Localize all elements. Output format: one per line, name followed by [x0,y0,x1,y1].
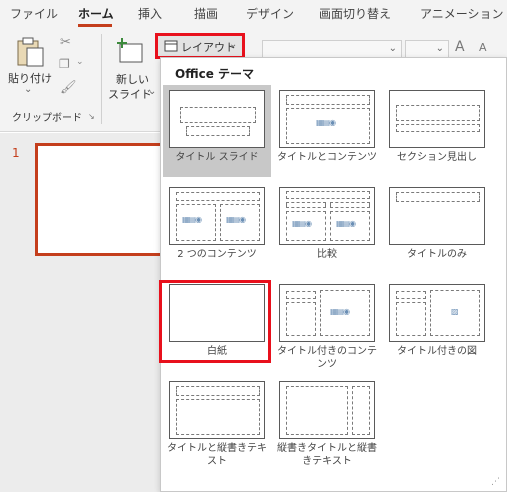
group-separator [101,34,102,124]
layout-title-and-content[interactable]: ▦▤◉ タイトルとコンテンツ [273,85,381,177]
new-slide-button[interactable]: 新しい スライド ⌄ [104,34,156,106]
content-icons: ▦▤◉ [316,118,336,127]
new-slide-icon [117,38,143,63]
tab-file[interactable]: ファイル [10,5,58,22]
chevron-down-icon: ⌄ [148,86,157,97]
content-icons: ▦▤◉ [226,215,246,224]
text-placeholder [396,124,480,132]
tab-draw[interactable]: 描画 [194,5,218,22]
font-grow-button[interactable]: A [455,39,465,55]
subtitle-placeholder [186,126,250,136]
layout-name: タイトルとコンテンツ [277,152,377,163]
layout-picture-with-caption[interactable]: ▨ タイトル付きの図 [383,279,491,371]
chevron-down-icon: ⌄ [388,43,397,54]
copy-icon[interactable]: ❐ [59,57,70,71]
paste-button[interactable]: 貼り付け ⌄ [6,34,52,95]
title-placeholder [286,291,316,299]
dialog-launcher-icon[interactable]: ↘ [88,112,95,121]
content-icons: ▦▤◉ [182,215,202,224]
picture-icon: ▨ [451,307,459,316]
layout-vertical-title-and-text[interactable]: 縦書きタイトルと縦書きテキスト [273,376,381,468]
title-placeholder [396,192,480,202]
active-tab-indicator [78,24,112,27]
vertical-text-placeholder [176,399,260,435]
font-size-box[interactable]: ⌄ [405,40,449,58]
vertical-title-placeholder [352,386,370,435]
content-icons: ▦▤◉ [336,219,356,228]
tab-transitions[interactable]: 画面切り替え [319,5,391,22]
layout-comparison[interactable]: ▦▤◉ ▦▤◉ 比較 [273,182,381,274]
layout-name: タイトルのみ [407,249,467,260]
clipboard-group-label: クリップボード [12,113,82,124]
layout-thumbnail: ▦▤◉ ▦▤◉ [169,187,265,245]
font-shrink-button[interactable]: A [479,41,487,54]
title-placeholder [286,191,370,199]
format-painter-icon[interactable]: 🖌 [60,80,77,95]
left-heading-placeholder [286,202,326,208]
layout-thumbnail [389,187,485,245]
chevron-down-icon[interactable]: ⌄ [76,57,84,67]
tab-home[interactable]: ホーム [78,5,114,22]
layout-content-with-caption[interactable]: ▦▤◉ タイトル付きのコンテンツ [273,279,381,371]
blank-layout-highlight [159,280,271,363]
new-slide-label-line1: 新しい [116,73,149,86]
new-slide-label-line2: スライド [108,88,152,101]
tab-insert[interactable]: 挿入 [138,5,162,22]
layout-gallery: Office テーマ タイトル スライド ▦▤◉ タイトルとコンテンツ セクショ… [159,57,507,492]
title-placeholder [176,386,260,396]
layout-name: 縦書きタイトルと縦書きテキスト [277,443,377,467]
slide-thumbnail[interactable] [35,143,170,256]
right-heading-placeholder [330,202,370,208]
layout-thumbnail: ▨ [389,284,485,342]
text-placeholder [396,302,426,336]
cut-icon[interactable]: ✂ [60,35,71,50]
layout-name: 2 つのコンテンツ [177,249,257,260]
layout-thumbnail [169,381,265,439]
font-name-box[interactable]: ⌄ [262,40,402,58]
layout-name: セクション見出し [397,152,477,163]
title-placeholder [286,95,370,105]
title-placeholder [396,105,480,121]
layout-thumbnail: ▦▤◉ ▦▤◉ [279,187,375,245]
layout-name: タイトル スライド [175,152,259,163]
ribbon-tab-bar: ファイル ホーム 挿入 描画 デザイン 画面切り替え アニメーション [0,0,507,30]
content-icons: ▦▤◉ [292,219,312,228]
chevron-down-icon: ⌄ [24,84,33,95]
layout-two-content[interactable]: ▦▤◉ ▦▤◉ 2 つのコンテンツ [163,182,271,274]
layout-thumbnail [389,90,485,148]
layout-title-only[interactable]: タイトルのみ [383,182,491,274]
tab-animations[interactable]: アニメーション [420,5,504,22]
gallery-title: Office テーマ [175,67,255,81]
layout-title-and-vertical-text[interactable]: タイトルと縦書きテキスト [163,376,271,468]
layout-thumbnail: ▦▤◉ [279,90,375,148]
layout-thumbnail [169,90,265,148]
layout-thumbnail: ▦▤◉ [279,284,375,342]
vertical-text-placeholder [286,386,348,435]
tab-design[interactable]: デザイン [246,5,294,22]
layout-name: 比較 [317,249,337,260]
title-placeholder [180,107,256,123]
layout-title-slide[interactable]: タイトル スライド [163,85,271,177]
layout-button-highlight [155,33,245,59]
layout-name: タイトル付きの図 [397,346,477,357]
resize-grip-icon[interactable]: ⋰ [491,477,500,487]
slide-number: 1 [12,146,20,160]
layout-name: タイトルと縦書きテキスト [167,443,267,467]
content-icons: ▦▤◉ [330,307,350,316]
layout-thumbnail [279,381,375,439]
layout-name: タイトル付きのコンテンツ [277,346,377,370]
chevron-down-icon: ⌄ [435,43,444,54]
title-placeholder [176,192,260,201]
title-placeholder [396,291,426,299]
text-placeholder [286,302,316,336]
layout-section-header[interactable]: セクション見出し [383,85,491,177]
paste-icon [17,37,44,67]
